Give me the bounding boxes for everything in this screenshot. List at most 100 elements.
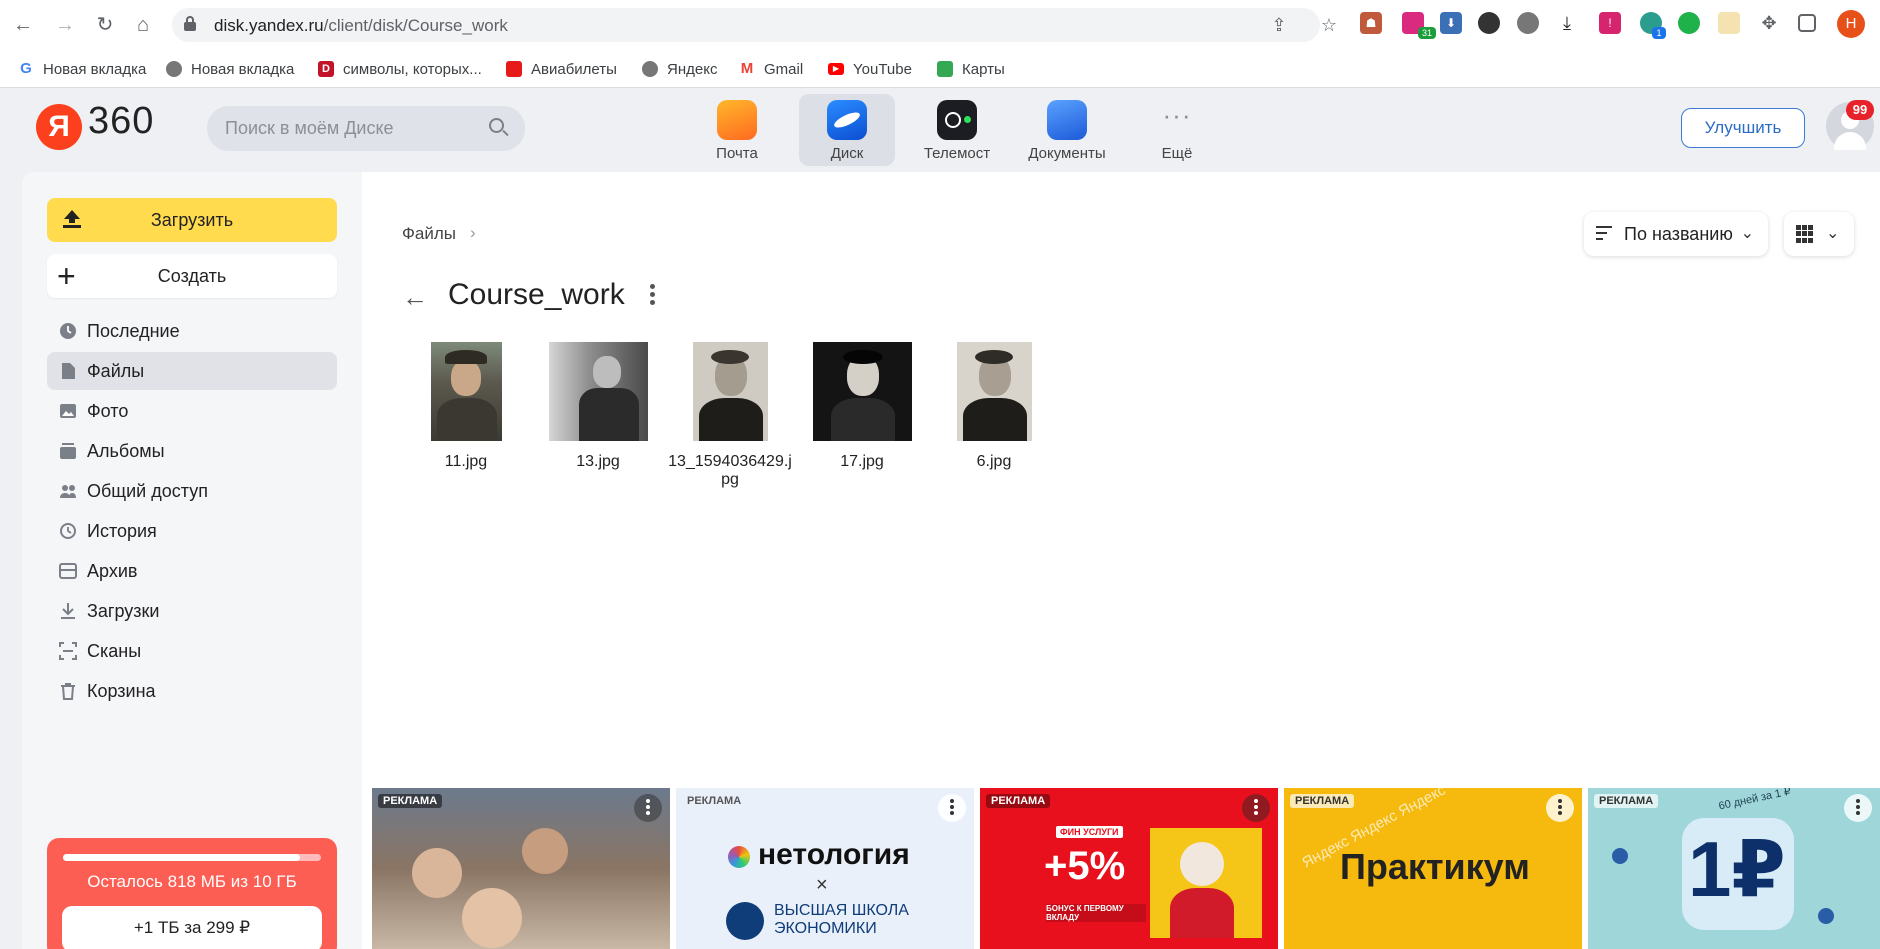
ad-badge: ФИН УСЛУГИ (1056, 826, 1123, 838)
star-icon[interactable]: ☆ (1318, 14, 1340, 36)
sidebar-item-recent[interactable]: Последние (47, 312, 337, 350)
view-toggle[interactable]: ⌄ (1784, 212, 1854, 256)
ad-card[interactable]: РЕКЛАМА нетология × ВЫСШАЯ ШКОЛА ЭКОНОМИК… (676, 788, 974, 949)
sidebar: Загрузить + Создать Последние Файлы Фото… (22, 172, 362, 949)
more-vertical-icon[interactable] (1242, 794, 1270, 822)
trash-icon (59, 682, 77, 700)
sidebar-item-scans[interactable]: Сканы (47, 632, 337, 670)
breadcrumb[interactable]: Файлы (402, 224, 456, 244)
ad-card[interactable]: РЕКЛАМА Яндекс Яндекс Яндекс Практикум (1284, 788, 1582, 949)
maps-icon (937, 61, 953, 77)
ad-label: РЕКЛАМА (1594, 794, 1659, 808)
create-button[interactable]: + Создать (47, 254, 337, 298)
d-icon: D (318, 61, 334, 77)
back-arrow-icon[interactable]: ← (10, 12, 36, 38)
sidebar-item-trash[interactable]: Корзина (47, 672, 337, 710)
bookmark-item[interactable]: Авиабилеты (506, 58, 617, 80)
app-telemost[interactable]: Телемост (909, 94, 1005, 166)
notification-badge: 99 (1846, 100, 1874, 120)
bookmark-item[interactable]: G Новая вкладка (18, 58, 146, 80)
ad-card[interactable]: РЕКЛАМА ФИН УСЛУГИ +5% БОНУС К ПЕРВОМУ В… (980, 788, 1278, 949)
ad-subtitle: ВЫСШАЯ ШКОЛА ЭКОНОМИКИ (774, 902, 909, 937)
sidebar-item-shared[interactable]: Общий доступ (47, 472, 337, 510)
file-item[interactable]: 6.jpg (930, 342, 1058, 471)
yandex-logo[interactable]: Я (36, 104, 82, 150)
upgrade-button[interactable]: Улучшить (1681, 108, 1805, 148)
ad-card[interactable]: РЕКЛАМА (372, 788, 670, 949)
bookmark-item[interactable]: Dсимволы, которых... (318, 58, 482, 80)
upload-button[interactable]: Загрузить (47, 198, 337, 242)
app-disk[interactable]: Диск (799, 94, 895, 166)
extension-icon[interactable]: ☗ (1360, 12, 1382, 34)
bookmark-item[interactable]: Яндекс (642, 58, 717, 80)
sort-dropdown[interactable]: По названию ⌄ (1584, 212, 1768, 256)
sidebar-item-photo[interactable]: Фото (47, 392, 337, 430)
ad-title: 1₽ (1688, 825, 1786, 913)
more-vertical-icon[interactable] (634, 794, 662, 822)
sidebar-item-files[interactable]: Файлы (47, 352, 337, 390)
more-vertical-icon[interactable] (938, 794, 966, 822)
file-item[interactable]: 13_1594036429.jpg (666, 342, 794, 489)
albums-icon (59, 442, 77, 460)
archive-icon (59, 562, 77, 580)
app-documents[interactable]: Документы (1019, 94, 1115, 166)
ad-label: РЕКЛАМА (687, 795, 742, 807)
extension-badge: 1 (1652, 27, 1666, 39)
app-mail[interactable]: Почта (689, 94, 785, 166)
forward-arrow-icon[interactable]: → (52, 12, 78, 38)
sidepanel-icon[interactable] (1798, 14, 1816, 32)
ad-title: +5% (1044, 844, 1126, 888)
extension-icon[interactable] (1517, 12, 1539, 34)
file-item[interactable]: 11.jpg (402, 342, 530, 471)
address-bar[interactable]: disk.yandex.ru/client/disk/Course_work ⇪… (172, 8, 1337, 42)
chevron-down-icon: ⌄ (1740, 225, 1754, 242)
extension-icon[interactable]: ! (1599, 12, 1621, 34)
ad-card[interactable]: РЕКЛАМА 60 дней за 1 ₽ 1₽ (1588, 788, 1880, 949)
sidebar-item-albums[interactable]: Альбомы (47, 432, 337, 470)
aviasales-icon (506, 61, 522, 77)
share-icon[interactable]: ⇪ (1268, 14, 1290, 36)
scan-icon (59, 642, 77, 660)
sidebar-item-archive[interactable]: Архив (47, 552, 337, 590)
storage-progress-bar (63, 854, 321, 861)
search-input[interactable]: Поиск в моём Диске (207, 106, 525, 151)
extension-icon[interactable] (1478, 12, 1500, 34)
back-arrow-icon[interactable]: ← (402, 282, 428, 313)
mail-icon (717, 100, 757, 140)
folder-menu-icon[interactable] (647, 284, 657, 308)
app-more[interactable]: ··· Ещё (1129, 94, 1225, 166)
bookmark-item[interactable]: Новая вкладка (166, 58, 294, 80)
page-title: Course_work (448, 278, 625, 311)
file-thumbnail (430, 342, 502, 441)
app-header: Я 360 Поиск в моём Диске Почта Диск Теле… (0, 88, 1880, 172)
more-vertical-icon[interactable] (1844, 794, 1872, 822)
sidebar-item-history[interactable]: История (47, 512, 337, 550)
search-placeholder: Поиск в моём Диске (225, 118, 394, 138)
puzzle-icon[interactable]: ✥ (1758, 12, 1780, 34)
bookmarks-bar: G Новая вкладка Новая вкладка Dсимволы, к… (0, 50, 1880, 88)
shared-icon (59, 482, 77, 500)
bookmark-item[interactable]: M Gmail (739, 58, 803, 80)
file-thumbnail (812, 342, 912, 441)
url-text: disk.yandex.ru/client/disk/Course_work (214, 16, 508, 35)
extension-icon[interactable] (1678, 12, 1700, 34)
more-vertical-icon[interactable] (1546, 794, 1574, 822)
sidebar-item-downloads[interactable]: Загрузки (47, 592, 337, 630)
ad-title: Практикум (1340, 846, 1530, 887)
download-arrow-icon[interactable]: ⤓ (1556, 12, 1578, 34)
file-item[interactable]: 17.jpg (798, 342, 926, 471)
reload-icon[interactable]: ↻ (92, 12, 118, 38)
profile-avatar[interactable]: Н (1837, 10, 1865, 38)
bookmark-item[interactable]: Карты (937, 58, 1005, 80)
file-item[interactable]: 13.jpg (534, 342, 662, 471)
hse-logo-icon (726, 902, 764, 940)
download-icon[interactable]: ⬇ (1440, 12, 1462, 34)
search-icon[interactable] (489, 118, 509, 138)
sort-icon (1596, 226, 1614, 242)
extension-icon[interactable] (1718, 12, 1740, 34)
bookmark-item[interactable]: ▶ YouTube (828, 58, 912, 80)
home-icon[interactable]: ⌂ (130, 12, 156, 38)
youtube-icon: ▶ (828, 63, 844, 75)
buy-storage-button[interactable]: +1 ТБ за 299 ₽ (62, 906, 322, 949)
telemost-icon (937, 100, 977, 140)
